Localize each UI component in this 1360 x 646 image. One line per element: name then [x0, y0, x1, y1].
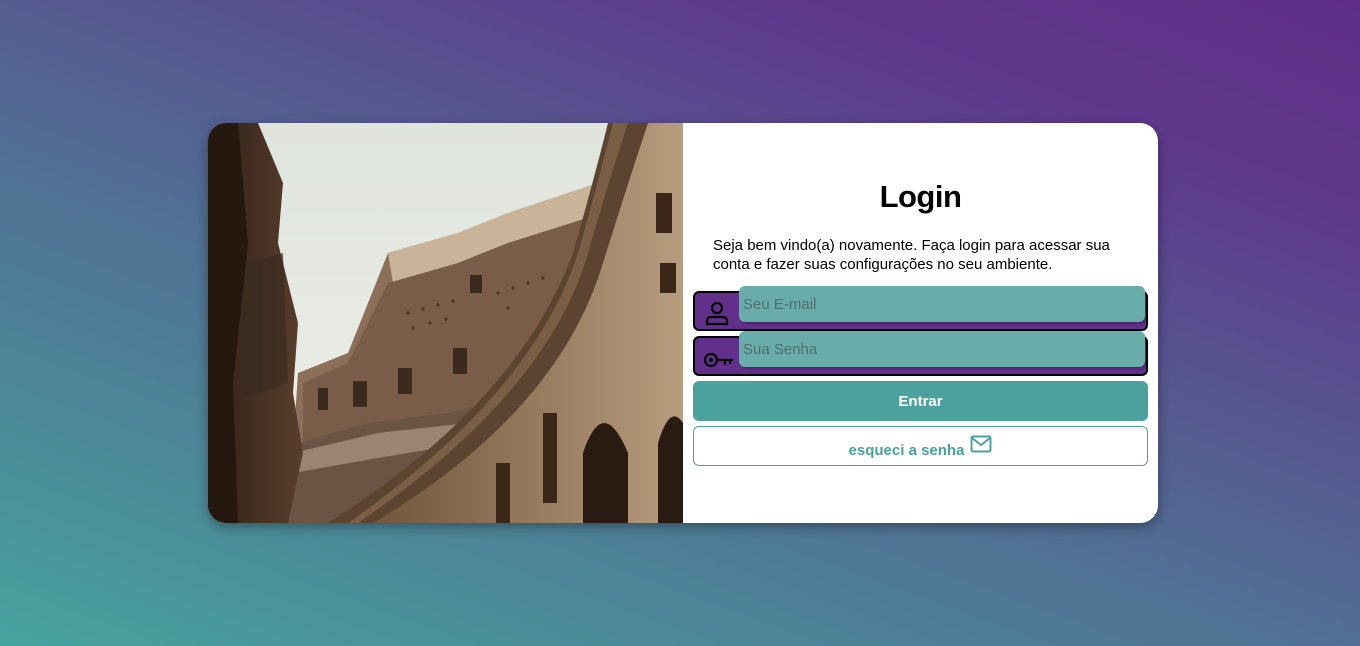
page-title: Login [879, 179, 962, 214]
login-card: Login Seja bem vindo(a) novamente. Faça … [208, 123, 1158, 523]
forgot-password-button[interactable]: esqueci a senha [693, 426, 1148, 466]
email-input[interactable] [739, 286, 1145, 322]
login-button[interactable]: Entrar [693, 381, 1148, 421]
password-field-wrapper [693, 331, 1148, 376]
welcome-text: Seja bem vindo(a) novamente. Faça login … [713, 237, 1110, 273]
user-icon [703, 299, 731, 327]
email-field-wrapper [693, 286, 1148, 331]
forgot-password-label: esqueci a senha [848, 442, 965, 459]
password-input[interactable] [739, 331, 1145, 367]
mail-icon [970, 435, 992, 457]
login-form: Login Seja bem vindo(a) novamente. Faça … [683, 123, 1158, 523]
colosseum-photo [208, 123, 683, 523]
key-icon [703, 344, 733, 372]
